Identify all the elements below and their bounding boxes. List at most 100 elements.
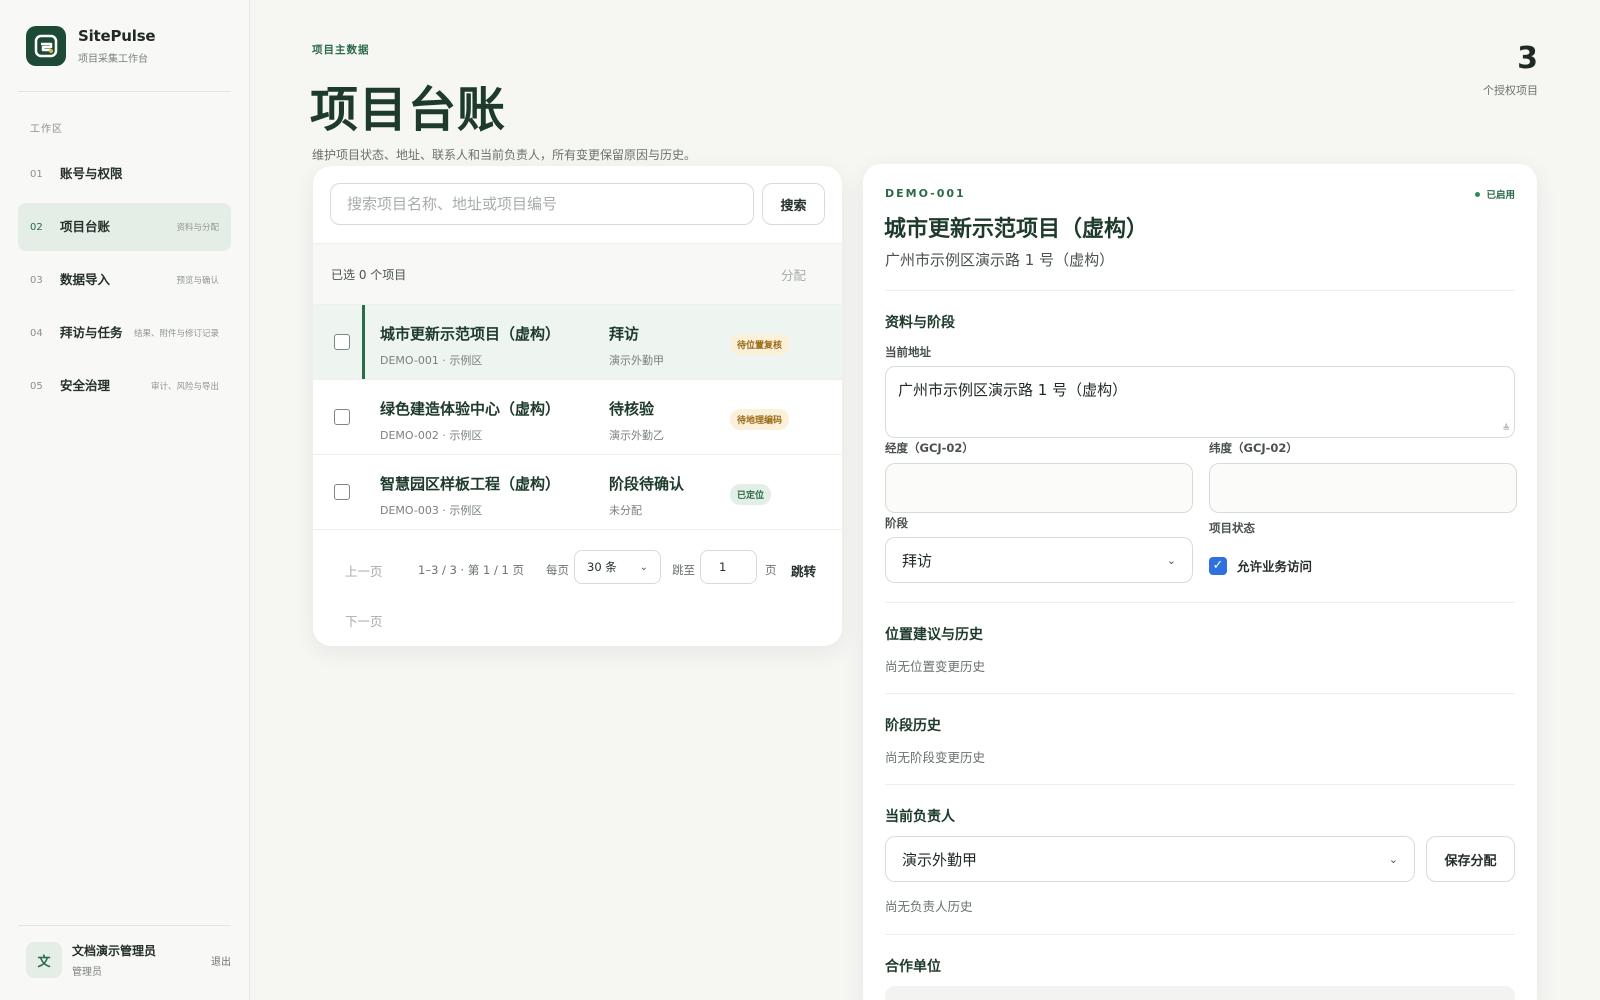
stage-value: 拜访	[902, 551, 933, 570]
jump-label: 跳至	[672, 563, 695, 577]
sidebar-item-import[interactable]: 03 数据导入 预览与确认	[18, 256, 231, 304]
partner-field[interactable]	[885, 986, 1515, 1000]
table-row[interactable]: 智慧园区样板工程（虚构） DEMO-003 · 示例区 阶段待确认 未分配 已定…	[313, 455, 842, 530]
owner-history-empty: 尚无负责人历史	[885, 899, 973, 914]
project-name: 绿色建造体验中心（虚构）	[380, 400, 561, 418]
project-name: 城市更新示范项目（虚构）	[380, 325, 561, 343]
project-count: 3 个授权项目	[1483, 44, 1538, 98]
sidebar-item-label: 数据导入	[60, 271, 111, 287]
sidebar-item-desc: 资料与分配	[176, 223, 219, 233]
nav-number: 01	[30, 168, 43, 180]
pagination: 上一页 1–3 / 3 · 第 1 / 1 页 每页 30 条 ⌄ 跳至 1 页…	[313, 537, 842, 646]
latitude-label: 纬度（GCJ-02）	[1209, 441, 1298, 455]
status-dot-icon	[1475, 191, 1481, 197]
sidebar-item-label: 拜访与任务	[60, 324, 123, 340]
section-title-profile: 资料与阶段	[885, 315, 955, 331]
per-page-select[interactable]: 30 条 ⌄	[574, 550, 661, 584]
page-unit-label: 页	[765, 563, 777, 577]
row-checkbox[interactable]	[334, 409, 350, 425]
divider	[885, 602, 1515, 603]
logout-button[interactable]: 退出	[211, 953, 231, 968]
row-checkbox[interactable]	[334, 334, 350, 350]
project-detail-panel: DEMO-001 已启用 城市更新示范项目（虚构） 广州市示例区演示路 1 号（…	[863, 164, 1537, 1000]
allow-access-toggle[interactable]: ✓ 允许业务访问	[1209, 556, 1312, 575]
sidebar-divider-bottom	[18, 925, 231, 926]
jump-page-input[interactable]: 1	[700, 550, 757, 584]
divider	[885, 290, 1515, 291]
sitepulse-logo-icon	[26, 26, 66, 66]
address-value: 广州市示例区演示路 1 号（虚构）	[898, 381, 1128, 399]
brand[interactable]: SitePulse 项目采集工作台	[26, 26, 156, 66]
location-history-empty: 尚无位置变更历史	[885, 659, 986, 674]
project-status-label: 项目状态	[1209, 521, 1255, 535]
selection-count: 已选 0 个项目	[331, 267, 407, 282]
resize-handle-icon[interactable]: ≜	[1502, 424, 1510, 434]
per-page-label: 每页	[546, 563, 569, 577]
sidebar-item-label: 账号与权限	[60, 165, 123, 181]
jump-button[interactable]: 跳转	[791, 561, 816, 580]
search-bar: 搜索	[330, 183, 825, 225]
status-text: 已启用	[1486, 190, 1515, 201]
sidebar: SitePulse 项目采集工作台 工作区 01 账号与权限 02 项目台账 资…	[0, 0, 250, 1000]
section-title-stage-history: 阶段历史	[885, 718, 941, 734]
next-page-button[interactable]: 下一页	[345, 611, 383, 630]
project-count-number: 3	[1517, 41, 1538, 76]
status-badge: 待地理编码	[730, 409, 790, 430]
stage-label: 阶段	[885, 516, 908, 530]
sidebar-divider	[18, 91, 231, 92]
project-owner: 演示外勤乙	[609, 429, 664, 442]
save-assignment-button[interactable]: 保存分配	[1426, 836, 1515, 882]
project-meta: DEMO-003 · 示例区	[380, 504, 483, 517]
user-role: 管理员	[72, 967, 102, 978]
project-code: DEMO-001	[885, 187, 966, 200]
avatar: 文	[26, 942, 62, 978]
allow-access-label: 允许业务访问	[1237, 559, 1313, 574]
stage-select[interactable]: 拜访 ⌄	[885, 537, 1193, 583]
chevron-down-icon: ⌄	[1388, 852, 1398, 866]
longitude-label: 经度（GCJ-02）	[885, 441, 974, 455]
project-address: 广州市示例区演示路 1 号（虚构）	[885, 251, 1115, 269]
section-title-owner: 当前负责人	[885, 809, 955, 825]
longitude-input[interactable]	[885, 463, 1193, 513]
brand-name: SitePulse	[78, 27, 156, 45]
project-rows: 城市更新示范项目（虚构） DEMO-001 · 示例区 拜访 演示外勤甲 待位置…	[313, 305, 842, 530]
latitude-input[interactable]	[1209, 463, 1517, 513]
sidebar-item-desc: 预览与确认	[176, 276, 219, 286]
sidebar-item-security[interactable]: 05 安全治理 审计、风险与导出	[18, 362, 231, 410]
sidebar-item-label: 安全治理	[60, 377, 111, 393]
user-card: 文 文档演示管理员 管理员 退出	[26, 942, 231, 978]
project-stage: 待核验	[609, 400, 655, 418]
status-badge: 待位置复核	[730, 334, 790, 355]
sidebar-item-desc: 审计、风险与导出	[150, 382, 219, 392]
project-title: 城市更新示范项目（虚构）	[884, 217, 1149, 242]
table-row[interactable]: 城市更新示范项目（虚构） DEMO-001 · 示例区 拜访 演示外勤甲 待位置…	[313, 305, 842, 380]
owner-select[interactable]: 演示外勤甲 ⌄	[885, 836, 1415, 882]
user-name: 文档演示管理员	[72, 944, 157, 958]
nav-number: 03	[30, 274, 43, 286]
table-row[interactable]: 绿色建造体验中心（虚构） DEMO-002 · 示例区 待核验 演示外勤乙 待地…	[313, 380, 842, 455]
sidebar-item-accounts[interactable]: 01 账号与权限	[18, 150, 231, 198]
status-badge: 已启用	[1475, 187, 1515, 201]
sidebar-item-visits[interactable]: 04 拜访与任务 结果、附件与修订记录	[18, 309, 231, 357]
sidebar-item-desc: 结果、附件与修订记录	[133, 329, 219, 339]
page-description: 维护项目状态、地址、联系人和当前负责人，所有变更保留原因与历史。	[312, 148, 697, 162]
search-input[interactable]	[330, 183, 754, 225]
sidebar-nav: 01 账号与权限 02 项目台账 资料与分配 03 数据导入 预览与确认 04 …	[18, 150, 231, 415]
address-label: 当前地址	[885, 345, 931, 359]
prev-page-button[interactable]: 上一页	[345, 561, 383, 580]
row-checkbox[interactable]	[334, 484, 350, 500]
checkmark-icon[interactable]: ✓	[1209, 556, 1227, 575]
search-button[interactable]: 搜索	[762, 183, 825, 225]
address-textarea[interactable]: 广州市示例区演示路 1 号（虚构） ≜	[885, 366, 1515, 438]
sidebar-item-label: 项目台账	[60, 218, 111, 234]
sidebar-item-projects[interactable]: 02 项目台账 资料与分配	[18, 203, 231, 251]
page-eyebrow: 项目主数据	[312, 44, 370, 56]
project-owner: 未分配	[609, 504, 642, 517]
section-title-location: 位置建议与历史	[885, 627, 983, 643]
project-meta: DEMO-002 · 示例区	[380, 429, 483, 442]
page-title: 项目台账	[310, 82, 507, 138]
project-name: 智慧园区样板工程（虚构）	[380, 475, 561, 493]
project-stage: 阶段待确认	[609, 475, 685, 493]
assign-button[interactable]: 分配	[781, 265, 806, 284]
chevron-down-icon: ⌄	[1166, 553, 1176, 567]
